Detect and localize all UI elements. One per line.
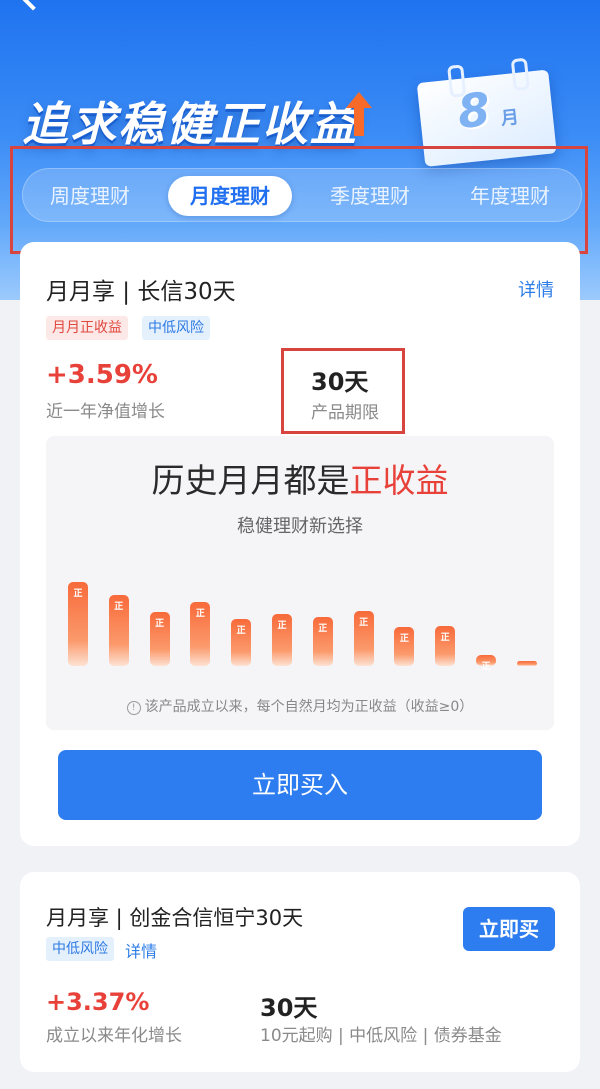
- tabs-highlight-box: [10, 146, 588, 254]
- product-term: 30天: [260, 994, 318, 1022]
- buy-now-button[interactable]: 立即买入: [58, 750, 542, 820]
- month-bar-label: 正: [359, 618, 369, 629]
- product-title: 月月享 | 长信30天: [46, 279, 236, 305]
- month-bar-label: 正: [195, 609, 205, 620]
- month-bar-label: 正: [114, 602, 124, 613]
- hero-title: 追求稳健正收益: [22, 97, 358, 151]
- tag-risk-level: 中低风险: [142, 316, 210, 340]
- month-bar-label: 正: [318, 624, 328, 635]
- promo-title-highlight: 正收益: [349, 461, 449, 500]
- return-rate: +3.59%: [46, 360, 158, 390]
- return-rate-label: 近一年净值增长: [46, 402, 165, 422]
- month-bar-label: 正: [481, 662, 491, 673]
- month-bar-label: 正: [440, 632, 450, 643]
- term-highlight-box: [281, 348, 405, 434]
- month-bar: [516, 661, 537, 666]
- month-bar-label: 正: [399, 634, 409, 645]
- detail-link[interactable]: 详情: [518, 276, 554, 302]
- calendar-month: 8: [455, 81, 493, 139]
- tag-risk-level: 中低风险: [46, 937, 114, 961]
- tag-monthly-positive: 月月正收益: [46, 316, 128, 340]
- product-info: 10元起购 | 中低风险 | 债券基金: [260, 1026, 502, 1046]
- month-bar-label: 正: [73, 589, 83, 599]
- month-bar-label: 正: [236, 625, 246, 636]
- buy-button-small[interactable]: 立即买: [463, 907, 555, 951]
- return-rate: +3.37%: [46, 988, 150, 1016]
- month-bar-label: 正: [277, 620, 287, 631]
- month-bar-label: 正: [155, 619, 165, 630]
- detail-link[interactable]: 详情: [125, 938, 157, 962]
- product-title: 月月享 | 创金合信恒宁30天: [46, 906, 304, 930]
- return-rate-label: 成立以来年化增长: [46, 1026, 182, 1046]
- info-icon: !: [126, 701, 141, 715]
- up-arrow-icon: [346, 92, 372, 136]
- calendar-unit: 月: [499, 106, 520, 130]
- promo-title: 历史月月都是正收益: [151, 461, 449, 500]
- promo-subtitle: 稳健理财新选择: [237, 516, 363, 537]
- footnote: ! 该产品成立以来，每个自然月均为正收益（收益≥0）: [0, 696, 600, 716]
